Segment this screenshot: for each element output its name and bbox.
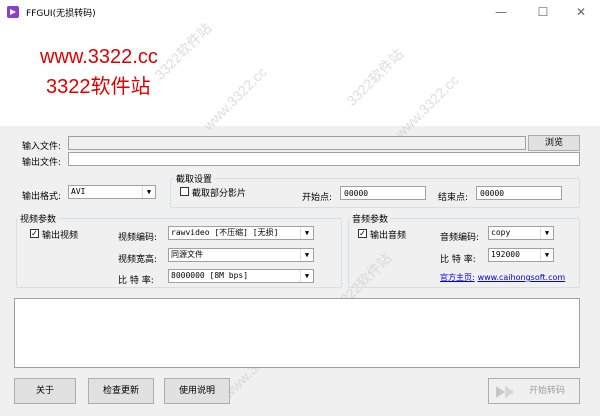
start-point-field[interactable]: 00000 [340, 186, 426, 200]
chevron-down-icon: ▼ [142, 186, 155, 198]
video-bitrate-value: 8000000 [8M bps] [171, 271, 249, 280]
video-output-label: 输出视频 [42, 231, 79, 241]
chevron-down-icon: ▼ [540, 249, 553, 261]
video-size-label: 视频宽高: [118, 255, 158, 265]
audio-bitrate-value: 192000 [491, 250, 520, 259]
start-transcode-label: 开始转码 [528, 386, 565, 396]
end-point-field[interactable]: 00000 [476, 186, 562, 200]
window-title: FFGUI(无损转码) [26, 9, 96, 19]
homepage-link[interactable]: 官方主页: www.caihongsoft.com [440, 272, 565, 283]
video-codec-select[interactable]: rawvideo [不压缩] [无损] ▼ [168, 226, 314, 240]
audio-output-label: 输出音频 [370, 231, 407, 241]
close-button[interactable]: ✕ [566, 0, 596, 24]
fast-forward-icon [496, 386, 514, 398]
minimize-button[interactable]: — [486, 0, 516, 24]
audio-codec-select[interactable]: copy ▼ [488, 226, 554, 240]
video-bitrate-label: 比 特 率: [118, 276, 154, 286]
input-file-field[interactable] [68, 136, 526, 150]
watermark-url: www.3322.cc [40, 46, 158, 68]
video-size-select[interactable]: 同源文件 ▼ [168, 248, 314, 262]
about-button[interactable]: 关于 [14, 378, 76, 404]
audio-output-checkbox[interactable]: ✓ [358, 229, 367, 238]
start-point-label: 开始点: [302, 193, 333, 203]
maximize-button[interactable]: ☐ [528, 0, 558, 24]
audio-params-title: 音频参数 [350, 212, 391, 225]
audio-bitrate-label: 比 特 率: [440, 255, 476, 265]
chevron-down-icon: ▼ [540, 227, 553, 239]
start-transcode-button[interactable]: 开始转码 [488, 378, 580, 404]
video-bitrate-select[interactable]: 8000000 [8M bps] ▼ [168, 269, 314, 283]
audio-codec-label: 音频编码: [440, 233, 480, 243]
homepage-url: www.caihongsoft.com [477, 273, 566, 282]
output-format-label: 输出格式: [22, 192, 62, 202]
watermark-site: 3322软件站 [46, 76, 151, 98]
chevron-down-icon: ▼ [300, 227, 313, 239]
chevron-down-icon: ▼ [300, 249, 313, 261]
audio-bitrate-select[interactable]: 192000 ▼ [488, 248, 554, 262]
input-file-label: 输入文件: [22, 142, 62, 152]
check-update-button[interactable]: 检查更新 [88, 378, 154, 404]
clip-partial-label: 截取部分影片 [192, 189, 247, 199]
clip-partial-checkbox[interactable] [180, 187, 189, 196]
chevron-down-icon: ▼ [300, 270, 313, 282]
output-format-select[interactable]: AVI ▼ [68, 185, 156, 199]
video-output-checkbox[interactable]: ✓ [30, 229, 39, 238]
video-size-value: 同源文件 [171, 250, 203, 259]
video-codec-label: 视频编码: [118, 233, 158, 243]
video-params-title: 视频参数 [18, 212, 59, 225]
app-icon [7, 6, 19, 18]
video-codec-value: rawvideo [不压缩] [无损] [171, 228, 279, 237]
audio-codec-value: copy [491, 228, 511, 237]
log-output-area[interactable] [14, 298, 580, 368]
output-file-label: 输出文件: [22, 158, 62, 168]
clip-settings-title: 截取设置 [174, 172, 215, 185]
output-file-field[interactable] [68, 152, 580, 166]
browse-button[interactable]: 浏览 [528, 135, 580, 151]
help-button[interactable]: 使用说明 [164, 378, 230, 404]
end-point-label: 结束点: [438, 193, 469, 203]
homepage-label: 官方主页: [440, 273, 475, 282]
output-format-value: AVI [71, 187, 86, 196]
